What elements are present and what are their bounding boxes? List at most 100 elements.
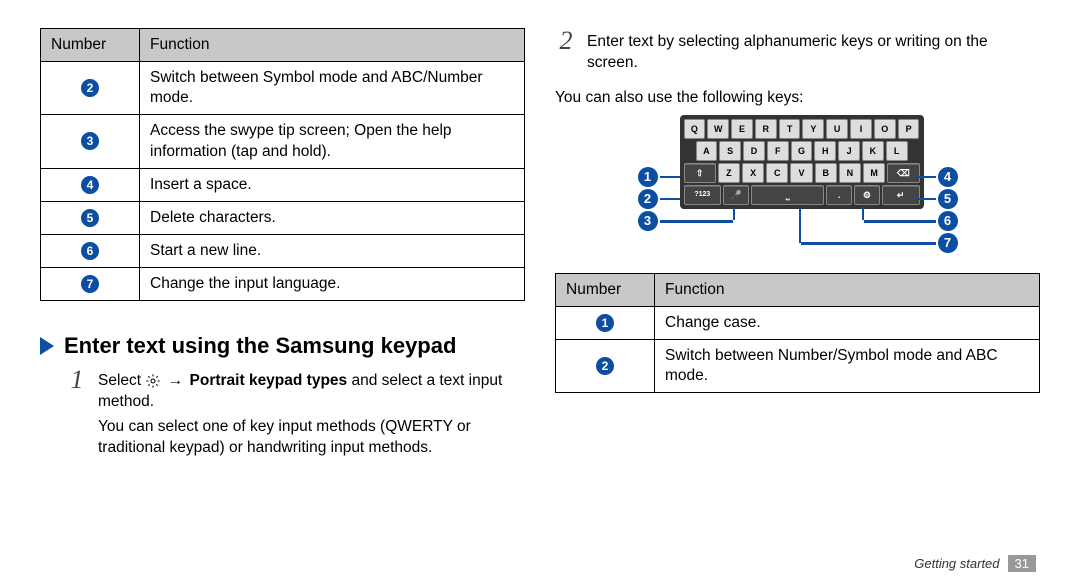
key: X <box>742 163 764 183</box>
key: F <box>767 141 789 161</box>
key: V <box>790 163 812 183</box>
circled-number-icon: 2 <box>638 189 658 209</box>
table-row: 2 Switch between Symbol mode and ABC/Numb… <box>41 62 525 115</box>
step-text: Enter text by selecting alphanumeric key… <box>587 32 1040 74</box>
table-row: 6 Start a new line. <box>41 234 525 267</box>
leader-line <box>660 220 733 223</box>
chevron-right-icon <box>40 337 54 355</box>
table-header-row: Number Function <box>41 29 525 62</box>
keyboard-diagram: QWERTYUIOP ASDFGHJKL ⇧ ZXCVBNM ⌫ ?123 🎤 … <box>638 115 958 265</box>
key: R <box>755 119 777 139</box>
circled-number-icon: 5 <box>938 189 958 209</box>
key-row: ASDFGHJKL <box>684 141 920 161</box>
cell-text: Switch between Number/Symbol mode and AB… <box>655 340 1040 393</box>
callout-7: 7 <box>933 233 958 253</box>
key: T <box>779 119 801 139</box>
circled-number-icon: 1 <box>638 167 658 187</box>
th-function: Function <box>140 29 525 62</box>
cell-text: Start a new line. <box>140 234 525 267</box>
key: A <box>696 141 718 161</box>
cell-text: Change case. <box>655 306 1040 339</box>
circled-number-icon: 4 <box>81 176 99 194</box>
symbol-mode-key: ?123 <box>684 185 722 205</box>
key: K <box>862 141 884 161</box>
key: H <box>814 141 836 161</box>
circled-number-icon: 2 <box>596 357 614 375</box>
key: Y <box>802 119 824 139</box>
circled-number-icon: 6 <box>938 211 958 231</box>
th-number: Number <box>556 273 655 306</box>
mic-key-icon: 🎤 <box>723 185 749 205</box>
arrow-right-icon: → <box>168 372 184 389</box>
key: Z <box>718 163 740 183</box>
leader-line <box>799 207 801 243</box>
key: Q <box>684 119 706 139</box>
circled-number-icon: 4 <box>938 167 958 187</box>
leader-line <box>864 220 936 223</box>
gear-icon <box>145 373 161 389</box>
step-1: 1 Select → Portrait keypad types and sel… <box>66 367 525 463</box>
callout-1: 1 <box>638 167 680 187</box>
circled-number-icon: 3 <box>638 211 658 231</box>
callout-5: 5 <box>916 189 958 209</box>
step-2: 2 Enter text by selecting alphanumeric k… <box>555 28 1040 78</box>
key: I <box>850 119 872 139</box>
table-row: 2 Switch between Number/Symbol mode and A… <box>556 340 1040 393</box>
th-number: Number <box>41 29 140 62</box>
key: B <box>815 163 837 183</box>
function-table-right: Number Function 1 Change case. 2 Switch be… <box>555 273 1040 394</box>
circled-number-icon: 2 <box>81 79 99 97</box>
cell-text: Change the input language. <box>140 268 525 301</box>
text-span: Select <box>98 372 145 389</box>
shift-key-icon: ⇧ <box>684 163 716 183</box>
key: D <box>743 141 765 161</box>
key-row: ⇧ ZXCVBNM ⌫ <box>684 163 920 183</box>
circled-number-icon: 7 <box>938 233 958 253</box>
enter-key-icon: ↵ <box>882 185 920 205</box>
circled-number-icon: 1 <box>596 314 614 332</box>
circled-number-icon: 5 <box>81 209 99 227</box>
circled-number-icon: 3 <box>81 132 99 150</box>
table-row: 7 Change the input language. <box>41 268 525 301</box>
space-key: ⎵ <box>751 185 824 205</box>
note-text: You can also use the following keys: <box>555 88 1040 109</box>
manual-page: Number Function 2 Switch between Symbol m… <box>0 0 1080 586</box>
key: N <box>839 163 861 183</box>
settings-key-icon: ⚙ <box>854 185 880 205</box>
table-header-row: Number Function <box>556 273 1040 306</box>
callout-4: 4 <box>916 167 958 187</box>
step-number: 1 <box>66 367 88 463</box>
cell-text: Access the swype tip screen; Open the he… <box>140 115 525 168</box>
table-row: 3 Access the swype tip screen; Open the h… <box>41 115 525 168</box>
cell-text: Insert a space. <box>140 168 525 201</box>
bold-text: Portrait keypad types <box>190 372 348 389</box>
section-heading: Enter text using the Samsung keypad <box>64 333 456 359</box>
key: P <box>898 119 920 139</box>
table-row: 4 Insert a space. <box>41 168 525 201</box>
step-subtext: You can select one of key input methods … <box>98 417 525 459</box>
cell-text: Switch between Symbol mode and ABC/Numbe… <box>140 62 525 115</box>
key-row: ?123 🎤 ⎵ . ⚙ ↵ <box>684 185 920 205</box>
key: G <box>791 141 813 161</box>
circled-number-icon: 6 <box>81 242 99 260</box>
leader-line <box>801 242 936 245</box>
key: O <box>874 119 896 139</box>
key-row: QWERTYUIOP <box>684 119 920 139</box>
callout-2: 2 <box>638 189 680 209</box>
section-label: Getting started <box>914 556 999 571</box>
key: U <box>826 119 848 139</box>
table-row: 1 Change case. <box>556 306 1040 339</box>
circled-number-icon: 7 <box>81 275 99 293</box>
page-footer: Getting started 31 <box>914 555 1036 572</box>
key: W <box>707 119 729 139</box>
left-column: Number Function 2 Switch between Symbol m… <box>40 28 525 576</box>
key: C <box>766 163 788 183</box>
cell-text: Delete characters. <box>140 201 525 234</box>
step-number: 2 <box>555 28 577 78</box>
key: S <box>719 141 741 161</box>
key: J <box>838 141 860 161</box>
leader-line <box>733 207 735 220</box>
section-heading-row: Enter text using the Samsung keypad <box>40 333 525 359</box>
th-function: Function <box>655 273 1040 306</box>
key: L <box>886 141 908 161</box>
